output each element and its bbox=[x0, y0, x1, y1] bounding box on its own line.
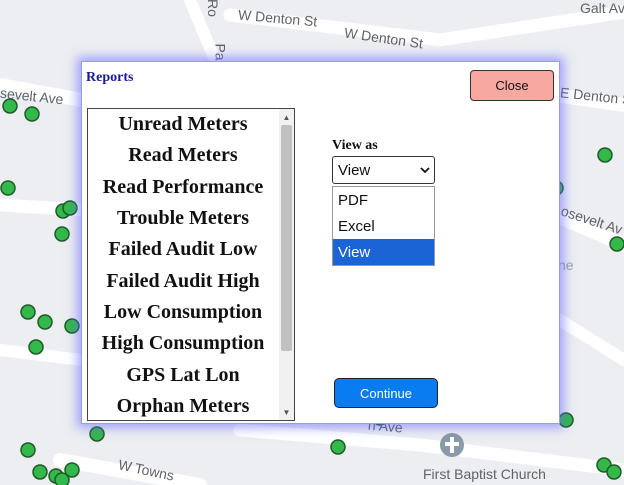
view-as-label: View as bbox=[332, 138, 378, 153]
report-unread-meters[interactable]: Unread Meters bbox=[88, 109, 278, 140]
meter-marker[interactable] bbox=[89, 426, 105, 442]
selected-view-value: View bbox=[338, 161, 371, 179]
list-scrollbar[interactable]: ▲ ▼ bbox=[279, 109, 294, 420]
meter-marker[interactable] bbox=[558, 412, 574, 428]
chevron-down-icon bbox=[420, 167, 430, 174]
poi-label-first-baptist: First Baptist Church bbox=[423, 466, 546, 482]
scroll-down-icon[interactable]: ▼ bbox=[279, 405, 294, 419]
meter-marker[interactable] bbox=[62, 200, 78, 216]
reports-listbox[interactable]: Unread Meters Read Meters Read Performan… bbox=[87, 108, 295, 421]
option-pdf[interactable]: PDF bbox=[333, 187, 434, 213]
meter-marker[interactable] bbox=[64, 318, 80, 334]
option-view[interactable]: View bbox=[333, 239, 434, 265]
report-trouble-meters[interactable]: Trouble Meters bbox=[88, 203, 278, 234]
street-label-ne: ne bbox=[558, 257, 574, 273]
report-failed-audit-low[interactable]: Failed Audit Low bbox=[88, 234, 278, 265]
report-orphan-meters[interactable]: Orphan Meters bbox=[88, 391, 278, 420]
street-label-galt: Galt Av bbox=[580, 0, 624, 16]
meter-marker[interactable] bbox=[32, 464, 48, 480]
scroll-thumb[interactable] bbox=[281, 125, 292, 351]
street-label-ro: Ro bbox=[204, 0, 221, 17]
close-button[interactable]: Close bbox=[470, 70, 554, 101]
view-as-dropdown: PDF Excel View bbox=[332, 186, 435, 266]
meter-marker[interactable] bbox=[0, 180, 16, 196]
meter-marker[interactable] bbox=[20, 304, 36, 320]
street-label-pa: Pa bbox=[212, 43, 229, 61]
meter-marker[interactable] bbox=[20, 442, 36, 458]
meter-marker[interactable] bbox=[54, 226, 70, 242]
report-high-consumption[interactable]: High Consumption bbox=[88, 328, 278, 359]
meter-marker[interactable] bbox=[24, 106, 40, 122]
continue-button[interactable]: Continue bbox=[334, 378, 438, 408]
meter-marker[interactable] bbox=[37, 314, 53, 330]
meter-marker[interactable] bbox=[597, 147, 613, 163]
report-failed-audit-high[interactable]: Failed Audit High bbox=[88, 265, 278, 296]
view-as-select[interactable]: View bbox=[332, 156, 435, 184]
meter-marker[interactable] bbox=[609, 236, 624, 252]
report-gps-lat-lon[interactable]: GPS Lat Lon bbox=[88, 359, 278, 390]
reports-dialog: Reports Close Unread Meters Read Meters … bbox=[81, 61, 560, 424]
meter-marker[interactable] bbox=[606, 464, 622, 480]
meter-marker[interactable] bbox=[28, 339, 44, 355]
meter-marker[interactable] bbox=[54, 472, 70, 485]
report-low-consumption[interactable]: Low Consumption bbox=[88, 297, 278, 328]
report-read-meters[interactable]: Read Meters bbox=[88, 140, 278, 171]
church-cross-icon bbox=[440, 433, 464, 457]
option-excel[interactable]: Excel bbox=[333, 213, 434, 239]
dialog-title: Reports bbox=[86, 70, 134, 85]
meter-marker[interactable] bbox=[330, 439, 346, 455]
report-read-performance[interactable]: Read Performance bbox=[88, 172, 278, 203]
scroll-up-icon[interactable]: ▲ bbox=[279, 110, 294, 124]
